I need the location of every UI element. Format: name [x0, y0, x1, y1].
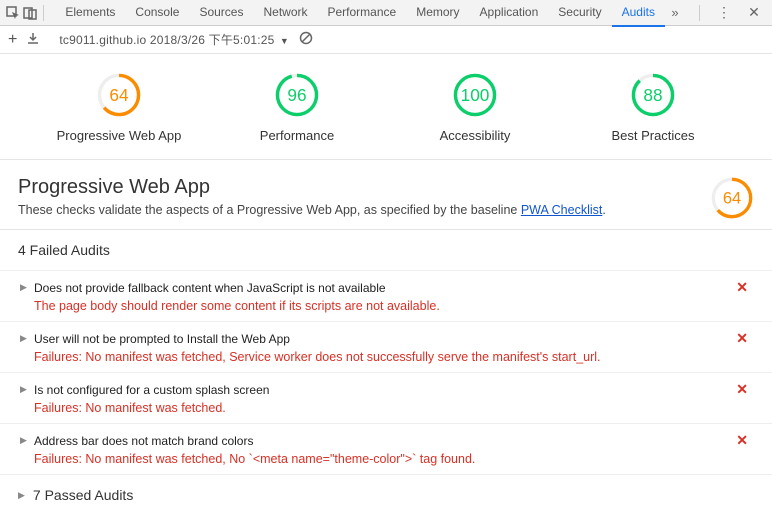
- score-summary: 64 Progressive Web App 96 Performance 10…: [0, 54, 772, 160]
- audit-item[interactable]: ▶ Address bar does not match brand color…: [0, 424, 772, 475]
- audit-title: User will not be prompted to Install the…: [34, 332, 290, 346]
- more-tabs-icon[interactable]: »: [665, 3, 685, 23]
- section-description: These checks validate the aspects of a P…: [18, 203, 606, 217]
- score-best-practices[interactable]: 88 Best Practices: [573, 72, 733, 143]
- fail-icon: ✕: [736, 432, 754, 449]
- audit-title: Is not configured for a custom splash sc…: [34, 383, 269, 397]
- fail-icon: ✕: [736, 381, 754, 398]
- chevron-right-icon: ▶: [20, 384, 27, 395]
- new-audit-icon[interactable]: +: [8, 31, 17, 49]
- devtools-tabbar: Elements Console Sources Network Perform…: [0, 0, 772, 26]
- chevron-right-icon: ▶: [20, 333, 27, 344]
- audit-detail: The page body should render some content…: [34, 299, 754, 313]
- clear-icon[interactable]: [299, 31, 313, 48]
- score-accessibility[interactable]: 100 Accessibility: [395, 72, 555, 143]
- score-pwa[interactable]: 64 Progressive Web App: [39, 72, 199, 143]
- audit-detail: Failures: No manifest was fetched.: [34, 401, 754, 415]
- pwa-section: Progressive Web App These checks validat…: [0, 160, 772, 230]
- score-label: Performance: [260, 128, 334, 143]
- tab-security[interactable]: Security: [548, 0, 611, 27]
- audit-item[interactable]: ▶ Is not configured for a custom splash …: [0, 373, 772, 424]
- passed-audits-header[interactable]: ▶ 7 Passed Audits: [0, 475, 772, 510]
- chevron-right-icon: ▶: [20, 435, 27, 446]
- gauge-icon: 64: [710, 176, 754, 220]
- failed-audits-header[interactable]: 4 Failed Audits: [0, 230, 772, 271]
- failed-audits-list: ▶ Does not provide fallback content when…: [0, 271, 772, 475]
- svg-text:88: 88: [643, 85, 662, 105]
- tab-sources[interactable]: Sources: [189, 0, 253, 27]
- panel-tabs: Elements Console Sources Network Perform…: [55, 0, 665, 27]
- audit-item[interactable]: ▶ User will not be prompted to Install t…: [0, 322, 772, 373]
- audit-detail: Failures: No manifest was fetched, Servi…: [34, 350, 754, 364]
- audit-title: Does not provide fallback content when J…: [34, 281, 386, 295]
- gauge-icon: 96: [274, 72, 320, 118]
- tab-memory[interactable]: Memory: [406, 0, 469, 27]
- chevron-down-icon: ▼: [280, 36, 289, 46]
- gauge-icon: 88: [630, 72, 676, 118]
- audit-item[interactable]: ▶ Does not provide fallback content when…: [0, 271, 772, 322]
- audits-toolbar: + tc9011.github.io 2018/3/26 下午5:01:25 ▼: [0, 26, 772, 54]
- close-icon[interactable]: ✕: [744, 3, 764, 23]
- svg-text:100: 100: [461, 85, 490, 105]
- pwa-checklist-link[interactable]: PWA Checklist: [521, 203, 603, 217]
- chevron-right-icon: ▶: [18, 490, 25, 501]
- svg-text:96: 96: [287, 85, 306, 105]
- tab-performance[interactable]: Performance: [318, 0, 407, 27]
- score-label: Progressive Web App: [57, 128, 182, 143]
- svg-text:64: 64: [723, 190, 741, 208]
- tab-application[interactable]: Application: [470, 0, 549, 27]
- tab-network[interactable]: Network: [253, 0, 317, 27]
- divider: [43, 5, 44, 21]
- score-label: Accessibility: [440, 128, 511, 143]
- download-icon[interactable]: [27, 32, 39, 47]
- report-selector[interactable]: tc9011.github.io 2018/3/26 下午5:01:25 ▼: [59, 31, 288, 48]
- report-content[interactable]: 64 Progressive Web App 96 Performance 10…: [0, 54, 772, 510]
- gauge-icon: 64: [96, 72, 142, 118]
- kebab-menu-icon[interactable]: ⋮: [714, 3, 734, 23]
- divider: [699, 5, 700, 21]
- tab-elements[interactable]: Elements: [55, 0, 125, 27]
- audit-detail: Failures: No manifest was fetched, No `<…: [34, 452, 754, 466]
- tab-audits[interactable]: Audits: [612, 0, 665, 27]
- fail-icon: ✕: [736, 279, 754, 296]
- fail-icon: ✕: [736, 330, 754, 347]
- tab-console[interactable]: Console: [125, 0, 189, 27]
- gauge-icon: 100: [452, 72, 498, 118]
- report-url-label: tc9011.github.io 2018/3/26 下午5:01:25: [59, 33, 274, 47]
- audit-title: Address bar does not match brand colors: [34, 434, 253, 448]
- score-label: Best Practices: [611, 128, 694, 143]
- section-title: Progressive Web App: [18, 176, 606, 199]
- device-toggle-icon[interactable]: [21, 3, 38, 23]
- svg-text:64: 64: [109, 85, 129, 105]
- inspect-icon[interactable]: [4, 3, 21, 23]
- chevron-right-icon: ▶: [20, 282, 27, 293]
- score-performance[interactable]: 96 Performance: [217, 72, 377, 143]
